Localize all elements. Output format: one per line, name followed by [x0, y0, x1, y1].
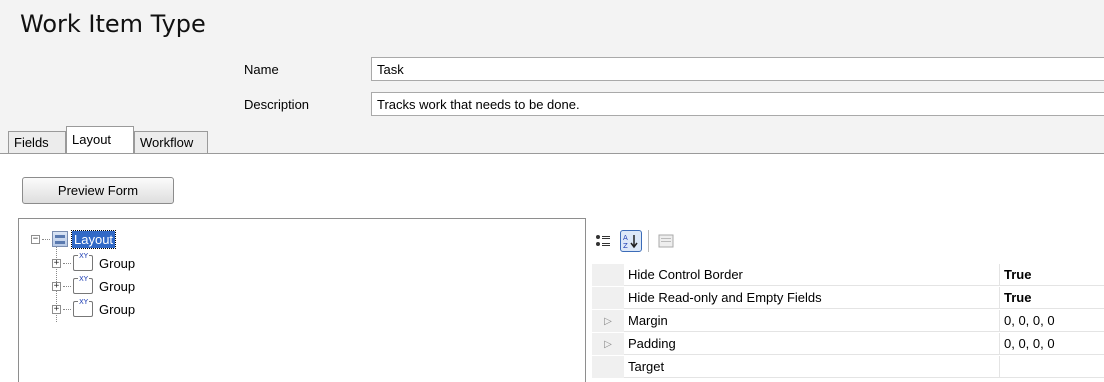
group-icon: XY: [73, 252, 93, 271]
tree-node-layout[interactable]: − Layout: [31, 229, 117, 249]
alphabetical-sort-icon[interactable]: AZ: [620, 230, 642, 252]
tree-node-label[interactable]: Layout: [70, 229, 117, 249]
property-value[interactable]: [1000, 356, 1104, 378]
property-pages-icon[interactable]: [655, 230, 677, 252]
categorized-icon[interactable]: [592, 230, 614, 252]
expand-icon[interactable]: +: [52, 304, 61, 314]
property-grid: Hide Control Border True Hide Read-only …: [592, 264, 1104, 382]
expand-icon[interactable]: +: [52, 258, 61, 268]
group-icon: XY: [73, 275, 93, 294]
expand-icon[interactable]: +: [52, 281, 61, 291]
property-row[interactable]: Target: [592, 356, 1104, 378]
property-row[interactable]: ▷ Padding 0, 0, 0, 0: [592, 333, 1104, 355]
group-icon: XY: [73, 298, 93, 317]
tree-node-group[interactable]: + XY Group: [52, 275, 137, 296]
property-row[interactable]: Hide Read-only and Empty Fields True: [592, 287, 1104, 309]
expand-arrow-icon[interactable]: ▷: [592, 333, 624, 355]
tree-node-label[interactable]: Group: [97, 278, 137, 295]
property-name: Target: [624, 356, 1000, 378]
collapse-icon[interactable]: −: [31, 234, 40, 244]
layout-icon: [52, 231, 68, 247]
tree-node-label[interactable]: Group: [97, 255, 137, 272]
property-name: Padding: [624, 333, 1000, 355]
tree-node-group[interactable]: + XY Group: [52, 298, 137, 319]
tab-workflow[interactable]: Workflow: [134, 131, 208, 153]
property-name: Margin: [624, 310, 1000, 332]
name-field[interactable]: [371, 57, 1104, 81]
property-row[interactable]: Hide Control Border True: [592, 264, 1104, 286]
svg-text:A: A: [623, 234, 628, 242]
property-value[interactable]: 0, 0, 0, 0: [1000, 333, 1104, 355]
description-label: Description: [244, 97, 310, 112]
svg-text:Z: Z: [623, 242, 628, 250]
property-name: Hide Control Border: [624, 264, 1000, 286]
name-label: Name: [244, 62, 279, 77]
layout-tree[interactable]: − Layout + XY Group + XY Group + XY Grou…: [18, 218, 586, 382]
property-value[interactable]: 0, 0, 0, 0: [1000, 310, 1104, 332]
tab-fields[interactable]: Fields: [8, 131, 66, 153]
property-value[interactable]: True: [1000, 264, 1104, 286]
page-title: Work Item Type: [20, 10, 206, 38]
property-grid-toolbar: AZ: [592, 226, 677, 256]
tree-node-group[interactable]: + XY Group: [52, 252, 137, 273]
expand-arrow-icon[interactable]: ▷: [592, 310, 624, 332]
layout-tab-panel: Preview Form − Layout + XY Group + XY Gr…: [0, 153, 1104, 382]
preview-form-button[interactable]: Preview Form: [22, 177, 174, 204]
toolbar-separator: [648, 230, 649, 252]
description-field[interactable]: [371, 92, 1104, 116]
property-value[interactable]: True: [1000, 287, 1104, 309]
property-row[interactable]: ▷ Margin 0, 0, 0, 0: [592, 310, 1104, 332]
tab-layout[interactable]: Layout: [66, 126, 134, 153]
tree-node-label[interactable]: Group: [97, 301, 137, 318]
property-name: Hide Read-only and Empty Fields: [624, 287, 1000, 309]
